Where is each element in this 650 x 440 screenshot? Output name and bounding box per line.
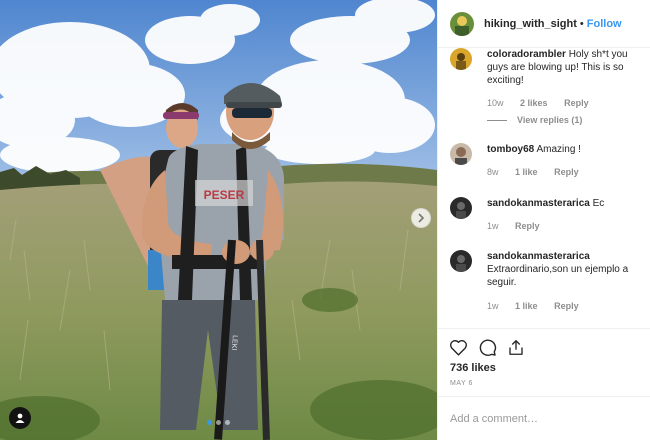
- avatar-image: [450, 48, 472, 70]
- follow-button[interactable]: Follow: [587, 18, 622, 30]
- post-side-panel: hiking_with_sight • Follow coloradorambl…: [437, 0, 650, 440]
- comment-icon: [479, 339, 496, 356]
- avatar-image: [450, 197, 472, 219]
- reply-button[interactable]: Reply: [554, 167, 579, 177]
- comment-likes[interactable]: 1 like: [515, 301, 538, 311]
- shirt-print: PESER: [204, 188, 245, 202]
- reply-button[interactable]: Reply: [515, 221, 540, 231]
- comment-time[interactable]: 1w: [487, 221, 499, 231]
- comment-meta: 8w 1 like Reply: [487, 167, 593, 177]
- action-icons: [448, 337, 526, 357]
- heart-icon: [449, 339, 467, 356]
- reply-button[interactable]: Reply: [554, 301, 579, 311]
- share-icon: [509, 339, 523, 355]
- comment-text-block: sandokanmasterarica Ec: [487, 197, 647, 210]
- comment-time[interactable]: 8w: [487, 167, 499, 177]
- comment-text: Extraordinario,son un ejemplo a seguir.: [487, 264, 629, 288]
- pole-brand-label: LEKI: [230, 335, 238, 351]
- author-avatar[interactable]: [450, 11, 474, 36]
- comment-meta: 1w 1 like Reply: [487, 301, 593, 311]
- post-date[interactable]: MAY 6: [450, 380, 473, 387]
- post-header: hiking_with_sight • Follow: [438, 0, 650, 48]
- add-comment-bar: [438, 396, 650, 440]
- commenter-avatar[interactable]: [450, 250, 472, 272]
- comment-button[interactable]: [477, 337, 497, 357]
- replies-divider: [487, 119, 507, 121]
- avatar-image: [450, 11, 474, 36]
- comment-text: Ec: [592, 198, 605, 209]
- avatar-image: [450, 250, 472, 272]
- view-replies-label: View replies (1): [517, 115, 583, 125]
- comment-meta: 10w 2 likes Reply: [487, 98, 603, 108]
- comment-time[interactable]: 1w: [487, 301, 499, 311]
- comment-text: Amazing !: [536, 144, 581, 155]
- comment-username[interactable]: sandokanmasterarica: [487, 198, 590, 209]
- next-photo-button[interactable]: [411, 208, 431, 228]
- commenter-avatar[interactable]: [450, 48, 472, 70]
- carousel-dot: [225, 420, 230, 425]
- carousel-indicator: [0, 420, 437, 425]
- author-username[interactable]: hiking_with_sight: [484, 18, 577, 30]
- avatar-image: [450, 143, 472, 165]
- comment-text-block: sandokanmasterarica Extraordinario,son u…: [487, 250, 647, 289]
- share-button[interactable]: [506, 337, 526, 357]
- comment-input[interactable]: [450, 412, 640, 425]
- comment-text-block: coloradorambler Holy sh*t you guys are b…: [487, 48, 647, 87]
- tagged-users-button[interactable]: [9, 407, 31, 429]
- view-replies-button[interactable]: View replies (1): [487, 115, 582, 125]
- comment-text-block: tomboy68 Amazing !: [487, 143, 647, 156]
- carousel-dot: [216, 420, 221, 425]
- header-separator: •: [579, 17, 584, 30]
- like-button[interactable]: [448, 337, 468, 357]
- comment-time[interactable]: 10w: [487, 98, 504, 108]
- hikers-photo-illustration: PESER LEKI: [0, 0, 437, 440]
- comments-list[interactable]: coloradorambler Holy sh*t you guys are b…: [438, 48, 650, 328]
- post-actions: 736 likes MAY 6: [438, 328, 650, 396]
- instagram-post-view: PESER LEKI hiking_with_sight • Follow co…: [0, 0, 650, 440]
- commenter-avatar[interactable]: [450, 143, 472, 165]
- comment-likes[interactable]: 1 like: [515, 167, 538, 177]
- comment-username[interactable]: tomboy68: [487, 144, 534, 155]
- carousel-dot: [207, 420, 212, 425]
- likes-count[interactable]: 736 likes: [450, 362, 496, 374]
- comment-username[interactable]: sandokanmasterarica: [487, 251, 590, 262]
- comment-meta: 1w Reply: [487, 221, 554, 231]
- reply-button[interactable]: Reply: [564, 98, 589, 108]
- chevron-right-icon: [418, 213, 425, 223]
- comment-likes[interactable]: 2 likes: [520, 98, 548, 108]
- comment-username[interactable]: coloradorambler: [487, 49, 566, 60]
- commenter-avatar[interactable]: [450, 197, 472, 219]
- post-photo[interactable]: PESER LEKI: [0, 0, 437, 440]
